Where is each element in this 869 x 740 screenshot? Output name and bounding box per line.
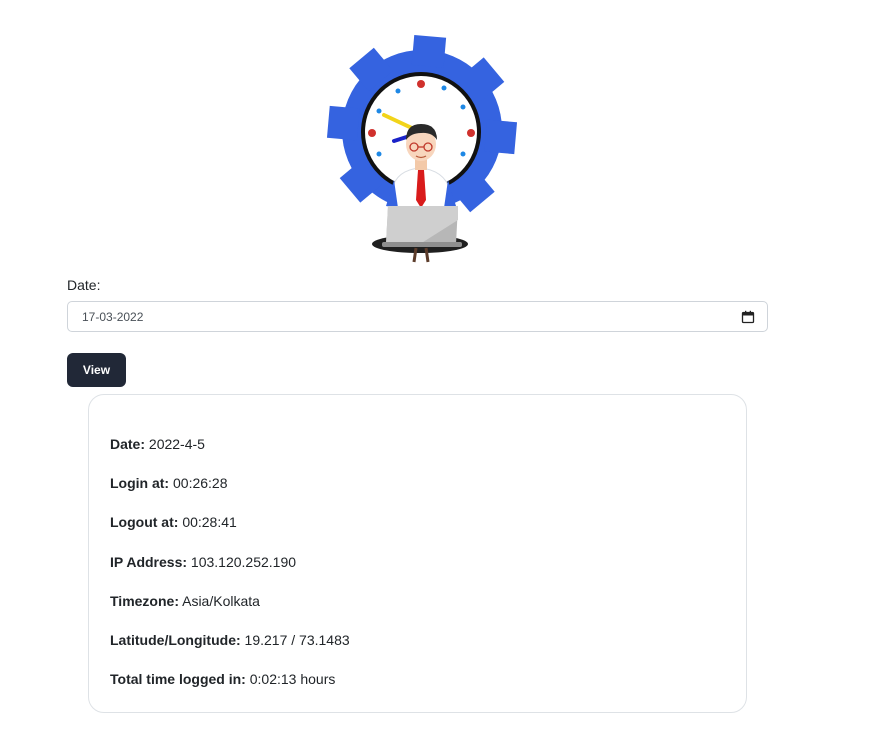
detail-value: 00:26:28 bbox=[173, 475, 228, 492]
date-input-value: 17-03-2022 bbox=[82, 309, 144, 324]
detail-value: Asia/Kolkata bbox=[182, 592, 260, 609]
detail-value: 00:28:41 bbox=[182, 514, 237, 531]
date-input[interactable]: 17-03-2022 bbox=[67, 301, 768, 332]
detail-label: Date: bbox=[110, 436, 146, 452]
detail-row-timezone: Timezone: Asia/Kolkata bbox=[110, 592, 725, 631]
detail-value: 103.120.252.190 bbox=[190, 553, 297, 570]
view-button[interactable]: View bbox=[67, 353, 126, 387]
detail-row-login: Login at: 00:26:28 bbox=[110, 474, 725, 513]
detail-row-ip-address: IP Address: 103.120.252.190 bbox=[110, 553, 725, 592]
calendar-icon[interactable] bbox=[741, 310, 755, 324]
detail-row-total-time: Total time logged in: 0:02:13 hours bbox=[110, 670, 725, 709]
detail-label: Logout at: bbox=[110, 514, 179, 531]
detail-value: 0:02:13 hours bbox=[249, 671, 336, 688]
detail-label: Total time logged in: bbox=[110, 671, 246, 688]
detail-row-lat-long: Latitude/Longitude: 19.217 / 73.1483 bbox=[110, 631, 725, 670]
page: Date: 17-03-2022 View Date: 2022-4-5 Log… bbox=[0, 0, 869, 740]
detail-row-logout: Logout at: 00:28:41 bbox=[110, 513, 725, 552]
detail-value: 19.217 / 73.1483 bbox=[244, 631, 350, 648]
detail-value: 2022-4-5 bbox=[148, 436, 205, 452]
person-with-laptop-clock-gear-illustration bbox=[326, 34, 518, 263]
detail-label: Login at: bbox=[110, 475, 170, 492]
login-details-card: Date: 2022-4-5 Login at: 00:26:28 Logout… bbox=[88, 394, 747, 713]
detail-row-date: Date: 2022-4-5 bbox=[110, 435, 725, 474]
detail-label: IP Address: bbox=[110, 553, 188, 570]
detail-label: Latitude/Longitude: bbox=[110, 631, 241, 648]
date-label: Date: bbox=[67, 277, 101, 293]
detail-label: Timezone: bbox=[110, 592, 179, 609]
